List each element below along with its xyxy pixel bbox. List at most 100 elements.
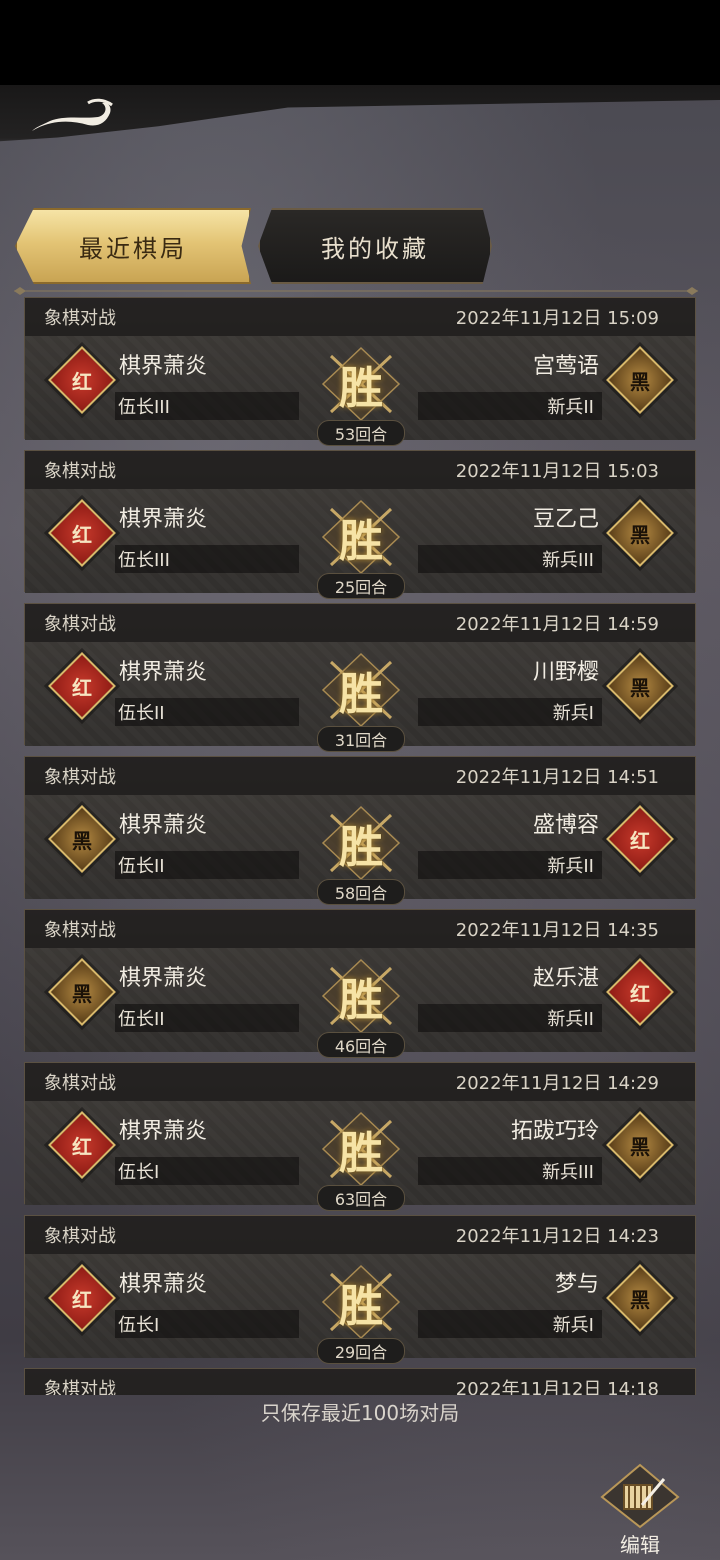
match-card-body: 黑 红 棋界萧炎 伍长II 赵乐湛 新兵II 胜 46回合	[25, 948, 695, 1058]
player-rank: 伍长II	[115, 1004, 299, 1032]
piece-label: 黑	[630, 1287, 650, 1312]
opponent-rank: 新兵I	[418, 1310, 602, 1338]
result-badge: 胜	[315, 648, 407, 732]
result-badge: 胜	[315, 1260, 407, 1344]
tab-my-favorites[interactable]: 我的收藏	[258, 208, 492, 284]
piece-label: 黑	[72, 828, 92, 853]
match-card-body: 黑 红 棋界萧炎 伍长II 盛博容 新兵II 胜 58回合	[25, 795, 695, 905]
match-card[interactable]: 象棋对战 2022年11月12日 15:03 红 黑 棋界萧炎 伍长III 豆乙己 新兵III…	[24, 450, 696, 599]
tab-recent-games[interactable]: 最近棋局	[15, 208, 251, 284]
player-name: 棋界萧炎	[119, 966, 208, 991]
player-rank: 伍长III	[115, 545, 299, 573]
opponent-name: 拓跋巧玲	[510, 1119, 599, 1144]
back-icon[interactable]	[28, 97, 120, 145]
match-card-header: 象棋对战 2022年11月12日 14:51	[25, 757, 695, 795]
result-text: 胜	[339, 516, 383, 567]
black-piece-icon: 黑	[606, 1264, 674, 1332]
red-piece-icon: 红	[48, 1111, 116, 1179]
match-card[interactable]: 象棋对战 2022年11月12日 14:29 红 黑 棋界萧炎 伍长I 拓跋巧玲 新兵III 胜…	[24, 1062, 696, 1211]
piece-label: 红	[630, 981, 650, 1006]
match-card-header: 象棋对战 2022年11月12日 14:35	[25, 910, 695, 948]
match-time: 2022年11月12日 15:03	[455, 461, 659, 482]
match-card[interactable]: 象棋对战 2022年11月12日 15:09 红 黑 棋界萧炎伍长III 宫莺语新兵II 胜…	[24, 297, 696, 446]
edit-button[interactable]: 编辑	[598, 1463, 682, 1559]
red-piece-icon: 红	[48, 1264, 116, 1332]
black-piece-icon: 黑	[606, 346, 674, 414]
player-rank: 伍长III	[115, 392, 299, 420]
piece-label: 红	[630, 828, 650, 853]
black-piece-icon: 黑	[606, 499, 674, 567]
player-name: 棋界萧炎	[119, 354, 208, 379]
opponent-name: 梦与	[554, 1272, 599, 1297]
piece-label: 红	[72, 369, 92, 394]
match-time: 2022年11月12日 14:23	[455, 1226, 659, 1247]
match-card-header: 象棋对战 2022年11月12日 15:09	[25, 298, 695, 336]
match-time: 2022年11月12日 14:29	[455, 1073, 659, 1094]
rounds-badge: 53回合	[317, 420, 405, 446]
opponent-rank: 新兵I	[418, 698, 602, 726]
ornament-divider	[14, 287, 698, 295]
match-time: 2022年11月12日 15:09	[455, 308, 659, 329]
opponent-name: 赵乐湛	[532, 966, 599, 991]
red-piece-icon: 红	[606, 958, 674, 1026]
player-name: 棋界萧炎	[119, 1119, 208, 1144]
match-card-header: 象棋对战 2022年11月12日 14:29	[25, 1063, 695, 1101]
match-card[interactable]: 象棋对战 2022年11月12日 14:23 红 黑 棋界萧炎 伍长I 梦与 新兵I 胜 29回合	[24, 1215, 696, 1364]
match-time: 2022年11月12日 14:35	[455, 920, 659, 941]
opponent-name: 宫莺语	[532, 354, 599, 379]
opponent-rank: 新兵II	[418, 1004, 602, 1032]
rounds-badge: 46回合	[317, 1032, 405, 1058]
opponent-name: 盛博容	[532, 813, 599, 838]
opponent-rank: 新兵II	[418, 392, 602, 420]
opponent-rank: 新兵III	[418, 545, 602, 573]
red-piece-icon: 红	[48, 346, 116, 414]
edit-label: 编辑	[620, 1533, 660, 1557]
match-type: 象棋对战	[44, 920, 116, 941]
match-card[interactable]: 象棋对战 2022年11月12日 14:51 黑 红 棋界萧炎 伍长II 盛博容 新兵II 胜 5…	[24, 756, 696, 905]
piece-label: 红	[72, 1287, 92, 1312]
result-badge: 胜	[315, 1107, 407, 1191]
match-card-body: 红 黑 棋界萧炎 伍长I 梦与 新兵I 胜 29回合	[25, 1254, 695, 1364]
player-rank: 伍长II	[115, 698, 299, 726]
match-card-header: 象棋对战 2022年11月12日 14:23	[25, 1216, 695, 1254]
match-type: 象棋对战	[44, 767, 116, 788]
piece-label: 红	[72, 522, 92, 547]
match-time: 2022年11月12日 14:59	[455, 614, 659, 635]
result-badge: 胜	[315, 801, 407, 885]
match-type: 象棋对战	[44, 1073, 116, 1094]
opponent-rank: 新兵II	[418, 851, 602, 879]
match-time: 2022年11月12日 14:18	[455, 1379, 659, 1395]
rounds-badge: 31回合	[317, 726, 405, 752]
rounds-badge: 63回合	[317, 1185, 405, 1211]
player-rank: 伍长II	[115, 851, 299, 879]
result-badge: 胜	[315, 342, 407, 426]
result-badge: 胜	[315, 495, 407, 579]
match-card[interactable]: 象棋对战 2022年11月12日 14:18	[24, 1368, 696, 1395]
match-time: 2022年11月12日 14:51	[455, 767, 659, 788]
match-card[interactable]: 象棋对战 2022年11月12日 14:59 红 黑 棋界萧炎 伍长II 川野樱 新兵I 胜 31…	[24, 603, 696, 752]
match-type: 象棋对战	[44, 308, 116, 329]
result-text: 胜	[339, 822, 383, 873]
match-card-body: 红 黑 棋界萧炎 伍长III 豆乙己 新兵III 胜 25回合	[25, 489, 695, 599]
piece-label: 黑	[630, 1134, 650, 1159]
player-rank: 伍长I	[115, 1310, 299, 1338]
piece-label: 红	[72, 1134, 92, 1159]
opponent-rank: 新兵III	[418, 1157, 602, 1185]
match-card[interactable]: 象棋对战 2022年11月12日 14:35 黑 红 棋界萧炎 伍长II 赵乐湛 新兵II 胜 4…	[24, 909, 696, 1058]
match-type: 象棋对战	[44, 1379, 116, 1395]
piece-label: 黑	[630, 675, 650, 700]
opponent-name: 川野樱	[532, 660, 599, 685]
match-list[interactable]: 象棋对战 2022年11月12日 15:09 红黑棋界萧炎 伍长III 宫莺语 新兵II 胜…	[0, 297, 720, 1395]
retention-note: 只保存最近100场对局	[260, 1401, 460, 1425]
result-badge: 胜	[315, 954, 407, 1038]
match-card-body: 红 黑 棋界萧炎 伍长II 川野樱 新兵I 胜 31回合	[25, 642, 695, 752]
player-name: 棋界萧炎	[119, 507, 208, 532]
match-type: 象棋对战	[44, 461, 116, 482]
match-history-screen: 最近棋局 我的收藏 象棋对战 2022年11月12日 15:09 红黑棋界萧炎 伍长I…	[0, 85, 720, 1560]
red-piece-icon: 红	[606, 805, 674, 873]
rounds-badge: 25回合	[317, 573, 405, 599]
match-card-body: 红 黑 棋界萧炎 伍长I 拓跋巧玲 新兵III 胜 63回合	[25, 1101, 695, 1211]
match-type: 象棋对战	[44, 1226, 116, 1247]
match-card-header: 象棋对战 2022年11月12日 14:18	[25, 1369, 695, 1395]
piece-label: 黑	[630, 522, 650, 547]
